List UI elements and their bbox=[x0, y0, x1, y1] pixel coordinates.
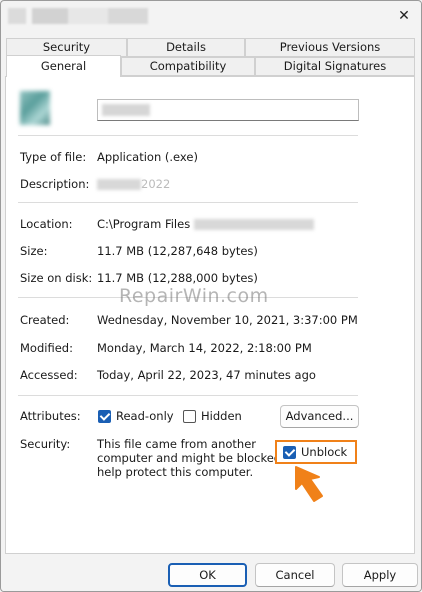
tab-strip: Security Details Previous Versions Gener… bbox=[5, 37, 415, 77]
location-label: Location: bbox=[20, 217, 73, 231]
attributes-label: Attributes: bbox=[20, 409, 81, 423]
description-value: 2022 bbox=[97, 177, 170, 191]
file-name-redacted bbox=[102, 104, 150, 116]
size-on-disk-label: Size on disk: bbox=[20, 271, 93, 285]
description-redacted bbox=[97, 179, 141, 190]
modified-value: Monday, March 14, 2022, 2:18:00 PM bbox=[97, 341, 312, 355]
tab-general[interactable]: General bbox=[6, 55, 121, 77]
size-value: 11.7 MB (12,287,648 bytes) bbox=[97, 244, 258, 258]
advanced-button[interactable]: Advanced... bbox=[280, 405, 359, 428]
location-value: C:\Program Files bbox=[97, 217, 314, 231]
properties-dialog: ✕ Security Details Previous Versions Gen… bbox=[0, 0, 422, 592]
close-icon[interactable]: ✕ bbox=[390, 4, 418, 28]
separator bbox=[18, 202, 358, 203]
readonly-label[interactable]: Read-only bbox=[116, 409, 174, 423]
separator bbox=[18, 395, 358, 396]
security-message-line1: This file came from another bbox=[97, 437, 257, 451]
tab-details[interactable]: Details bbox=[127, 38, 245, 57]
accessed-label: Accessed: bbox=[20, 368, 78, 382]
accessed-value: Today, April 22, 2023, 47 minutes ago bbox=[97, 368, 316, 382]
tab-previous-versions[interactable]: Previous Versions bbox=[245, 38, 415, 57]
unblock-label[interactable]: Unblock bbox=[301, 445, 347, 459]
modified-label: Modified: bbox=[20, 341, 73, 355]
description-label: Description: bbox=[20, 177, 90, 191]
separator bbox=[18, 135, 358, 136]
description-year: 2022 bbox=[141, 177, 171, 191]
tab-digital-signatures[interactable]: Digital Signatures bbox=[255, 57, 415, 76]
size-label: Size: bbox=[20, 244, 48, 258]
security-message-line3: help protect this computer. bbox=[97, 465, 254, 479]
window-title-redacted bbox=[8, 8, 148, 24]
security-label: Security: bbox=[20, 437, 71, 451]
general-panel: Type of file: Application (.exe) Descrip… bbox=[5, 76, 415, 554]
created-value: Wednesday, November 10, 2021, 3:37:00 PM bbox=[97, 313, 358, 327]
dialog-button-bar: OK Cancel Apply bbox=[2, 554, 421, 591]
cancel-button[interactable]: Cancel bbox=[255, 563, 335, 587]
title-bar[interactable]: ✕ bbox=[2, 2, 421, 36]
hidden-label[interactable]: Hidden bbox=[201, 409, 242, 423]
hidden-checkbox[interactable] bbox=[183, 410, 196, 423]
watermark: RepairWin.com bbox=[119, 285, 269, 307]
pointer-arrow-icon bbox=[295, 466, 323, 502]
application-file-icon bbox=[20, 91, 50, 125]
readonly-checkbox[interactable] bbox=[98, 410, 111, 423]
unblock-checkbox[interactable] bbox=[283, 446, 296, 459]
tab-compatibility[interactable]: Compatibility bbox=[121, 57, 255, 76]
type-of-file-label: Type of file: bbox=[20, 150, 87, 164]
location-path: C:\Program Files bbox=[97, 217, 191, 231]
type-of-file-value: Application (.exe) bbox=[97, 150, 198, 164]
security-message-line2: computer and might be blocked to bbox=[97, 451, 297, 465]
unblock-highlight: Unblock bbox=[275, 440, 357, 464]
file-name-input[interactable] bbox=[97, 99, 359, 121]
ok-button[interactable]: OK bbox=[168, 563, 247, 587]
apply-button[interactable]: Apply bbox=[342, 563, 418, 587]
size-on-disk-value: 11.7 MB (12,288,000 bytes) bbox=[97, 271, 258, 285]
created-label: Created: bbox=[20, 313, 70, 327]
location-redacted bbox=[193, 219, 314, 230]
